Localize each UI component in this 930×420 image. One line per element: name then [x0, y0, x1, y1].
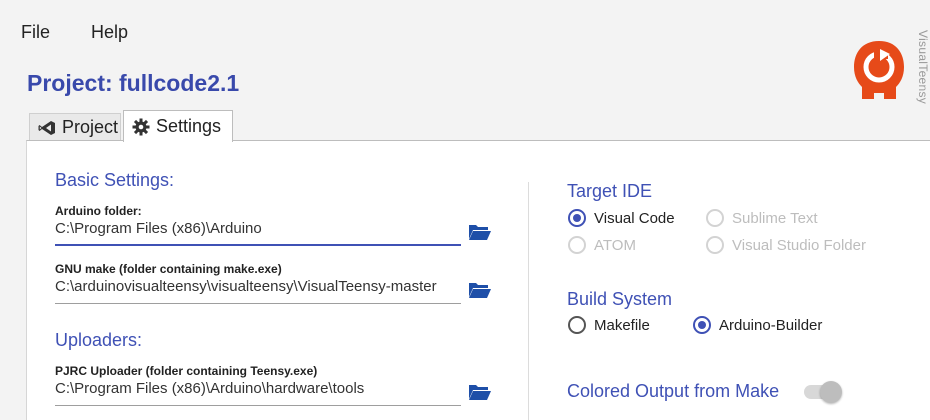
uploaders-title: Uploaders:: [55, 330, 143, 350]
column-divider: [528, 182, 529, 420]
folder-open-icon: [468, 222, 492, 242]
radio-dot: [706, 209, 724, 227]
colored-output-title: Colored Output from Make: [567, 381, 780, 401]
visualteensy-logo: [850, 37, 908, 105]
folder-open-icon: [468, 382, 492, 402]
gnu-make-label: GNU make (folder containing make.exe): [55, 262, 282, 276]
arduino-folder-browse-button[interactable]: [468, 222, 494, 244]
pjrc-uploader-label: PJRC Uploader (folder containing Teensy.…: [55, 364, 318, 378]
pjrc-uploader-input[interactable]: C:\Program Files (x86)\Arduino\hardware\…: [55, 380, 461, 406]
radio-sublime-text-label: Sublime Text: [732, 209, 818, 227]
radio-atom-label: ATOM: [594, 236, 636, 254]
arduino-folder-label: Arduino folder:: [55, 204, 142, 218]
gear-icon: [132, 118, 150, 136]
radio-atom[interactable]: ATOM: [568, 236, 636, 254]
colored-output-toggle[interactable]: [802, 381, 842, 403]
radio-dot: [568, 236, 586, 254]
pjrc-uploader-browse-button[interactable]: [468, 382, 494, 404]
page-title: Project: fullcode2.1: [27, 70, 240, 96]
radio-visual-studio-folder[interactable]: Visual Studio Folder: [706, 236, 866, 254]
radio-makefile-label: Makefile: [594, 316, 650, 334]
tab-project-label: Project: [62, 117, 119, 137]
radio-dot: [706, 236, 724, 254]
radio-dot: [693, 316, 711, 334]
radio-makefile[interactable]: Makefile: [568, 316, 650, 334]
toggle-knob: [820, 381, 842, 403]
folder-open-icon: [468, 280, 492, 300]
gnu-make-browse-button[interactable]: [468, 280, 494, 302]
menu-file[interactable]: File: [21, 22, 50, 43]
build-system-title: Build System: [567, 289, 673, 309]
radio-dot: [568, 209, 586, 227]
radio-arduino-builder-label: Arduino-Builder: [719, 316, 823, 334]
radio-dot: [568, 316, 586, 334]
menu-bar: File Help: [0, 0, 930, 62]
radio-visual-code[interactable]: Visual Code: [568, 209, 675, 227]
radio-visual-code-label: Visual Code: [594, 209, 675, 227]
radio-arduino-builder[interactable]: Arduino-Builder: [693, 316, 822, 334]
target-ide-title: Target IDE: [567, 181, 653, 201]
tab-settings[interactable]: Settings: [123, 110, 233, 142]
tab-settings-label: Settings: [156, 116, 222, 136]
gnu-make-input[interactable]: C:\arduinovisualteensy\visualteensy\Visu…: [55, 278, 461, 304]
radio-visual-studio-folder-label: Visual Studio Folder: [732, 236, 866, 254]
arduino-folder-input[interactable]: C:\Program Files (x86)\Arduino: [55, 220, 461, 246]
vscode-icon: [38, 120, 56, 136]
app-name-vertical: VisualTeensy: [916, 30, 930, 105]
radio-sublime-text[interactable]: Sublime Text: [706, 209, 818, 227]
basic-settings-title: Basic Settings:: [55, 170, 175, 190]
menu-help[interactable]: Help: [91, 22, 128, 43]
tab-project[interactable]: Project: [29, 113, 121, 141]
